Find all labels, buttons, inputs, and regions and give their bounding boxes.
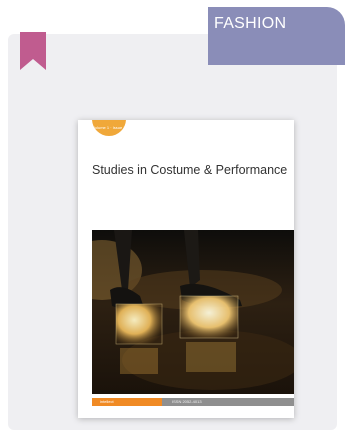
- article-card[interactable]: Volume 1 · Issue 1 Studies in Costume & …: [8, 34, 337, 430]
- bookmark-icon[interactable]: [20, 32, 46, 70]
- journal-title: Studies in Costume & Performance: [92, 163, 288, 177]
- issue-badge: Volume 1 · Issue 1: [92, 120, 126, 136]
- cover-footer-bar: intellect ISSN 2052-4013: [92, 398, 294, 406]
- category-tag-label: FASHION: [214, 15, 287, 32]
- issn-label: ISSN 2052-4013: [172, 399, 202, 404]
- cover-photo: [92, 230, 294, 394]
- journal-cover[interactable]: Volume 1 · Issue 1 Studies in Costume & …: [78, 120, 294, 418]
- issue-badge-text: Volume 1 · Issue 1: [92, 125, 126, 130]
- publisher-label: intellect: [92, 398, 162, 406]
- category-tag[interactable]: FASHION: [208, 7, 345, 65]
